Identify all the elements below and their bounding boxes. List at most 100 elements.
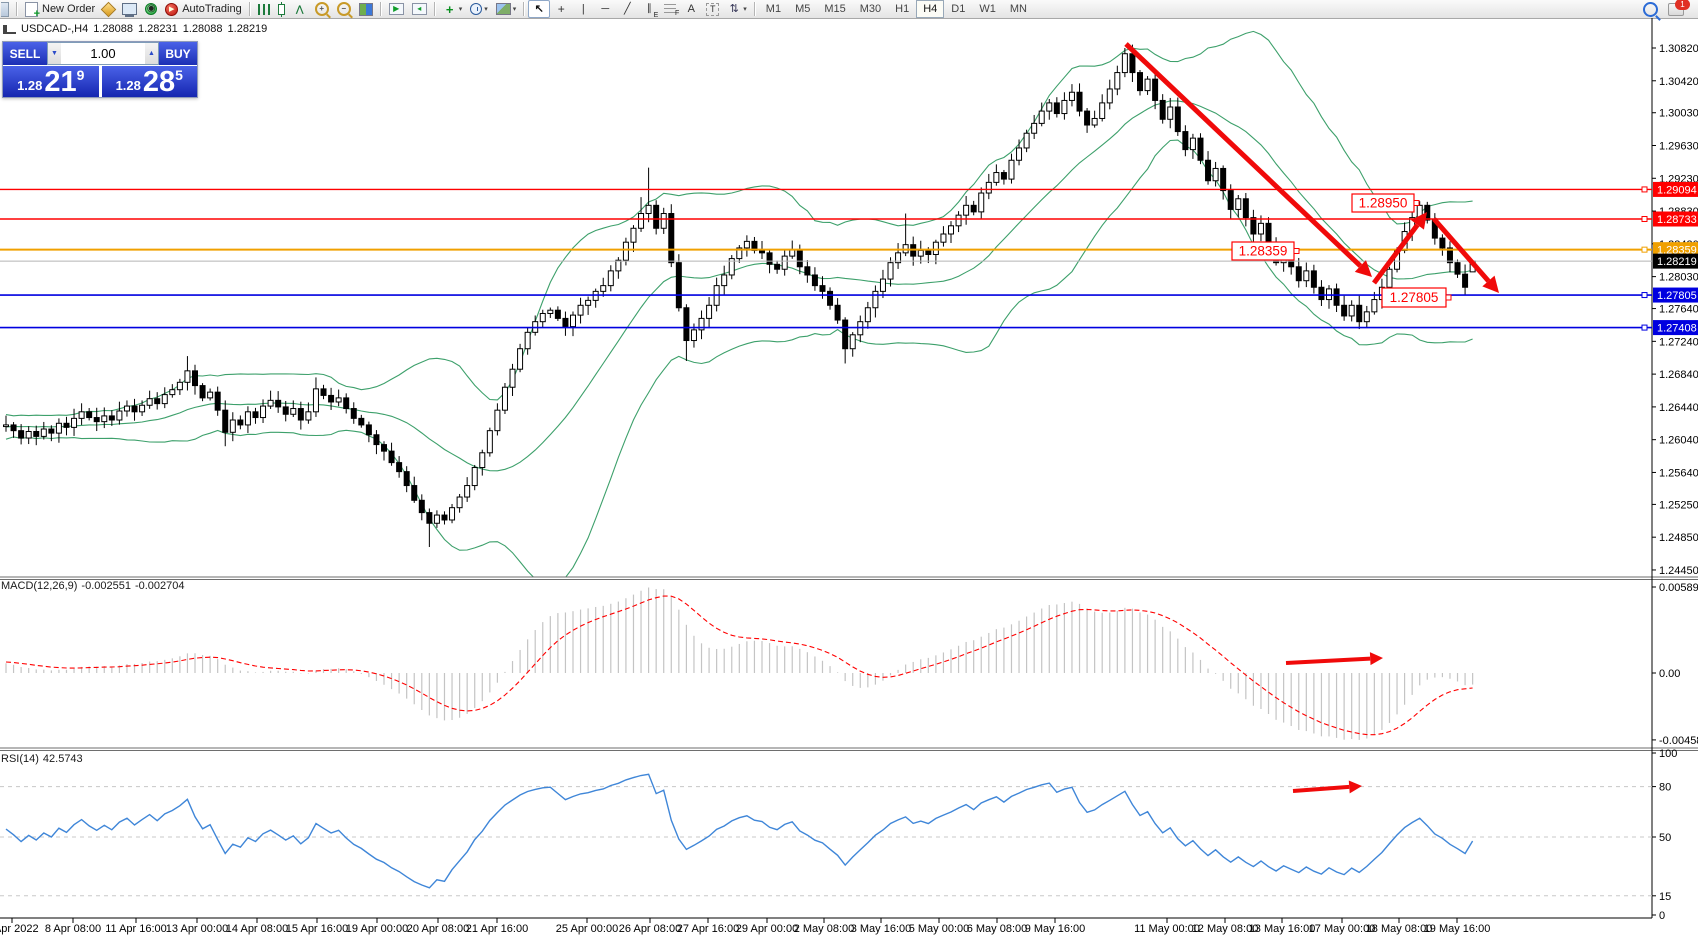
fibonacci-tool-button[interactable]	[660, 0, 680, 18]
svg-text:1.30030: 1.30030	[1659, 108, 1698, 120]
price-callout[interactable]: 1.27805	[1382, 288, 1451, 307]
svg-text:0: 0	[1659, 910, 1665, 922]
volume-decrease-button[interactable]: ▼	[48, 43, 61, 64]
macd-flat-arrow[interactable]	[1286, 652, 1383, 665]
autotrading-icon: ▶	[165, 3, 178, 16]
notification-badge: 1	[1675, 0, 1690, 10]
candlestick-chart-button[interactable]	[274, 0, 289, 18]
new-chart-button[interactable]	[0, 0, 13, 18]
svg-text:1.30420: 1.30420	[1659, 76, 1698, 88]
timeframe-h1[interactable]: H1	[888, 0, 916, 18]
chart-area[interactable]: 1.28950 1.28359 1.27805 1.30820 1.30420 1.300…	[0, 18, 1698, 937]
new-order-button-label: New Order	[42, 3, 95, 15]
volume-input[interactable]	[61, 43, 145, 64]
arrows-tool-icon: ⇅	[727, 3, 741, 16]
svg-text:2 May 08:00: 2 May 08:00	[794, 923, 855, 935]
new-order-button[interactable]: New Order	[21, 0, 99, 18]
crosshair-tool-button[interactable]: +	[550, 0, 572, 18]
terminal-button[interactable]	[118, 0, 141, 18]
zoom-out-icon: −	[337, 2, 351, 16]
sell-button[interactable]: SELL	[3, 42, 47, 65]
text-label-icon: T	[706, 3, 719, 16]
metaeditor-icon	[101, 1, 117, 17]
text-label-tool-button[interactable]: T	[702, 0, 723, 18]
svg-text:29 Apr 00:00: 29 Apr 00:00	[736, 923, 798, 935]
timeframe-m30[interactable]: M30	[853, 0, 888, 18]
metaeditor-button[interactable]	[99, 0, 118, 18]
timeframe-m5[interactable]: M5	[788, 0, 817, 18]
dropdown-arrow-icon: ▾	[743, 5, 747, 13]
svg-text:15 Apr 16:00: 15 Apr 16:00	[286, 923, 348, 935]
timeframe-h4[interactable]: H4	[916, 0, 944, 18]
timeframe-mn[interactable]: MN	[1003, 0, 1034, 18]
auto-scroll-button[interactable]: ▶	[385, 0, 408, 18]
indicator-axes[interactable]: 0.0058950.00-0.0045861008050150	[1652, 582, 1698, 922]
svg-text:3 May 16:00: 3 May 16:00	[851, 923, 912, 935]
indicators-button[interactable]: +▾	[439, 0, 467, 18]
time-axis[interactable]: 7 Apr 20228 Apr 08:0011 Apr 16:0013 Apr …	[0, 918, 1490, 935]
zoom-in-icon: +	[315, 2, 329, 16]
dropdown-arrow-icon: ▾	[513, 5, 517, 13]
price-callout[interactable]: 1.28950	[1352, 194, 1419, 212]
search-icon[interactable]	[1643, 2, 1658, 17]
timeframe-m15[interactable]: M15	[817, 0, 852, 18]
svg-text:21 Apr 16:00: 21 Apr 16:00	[466, 923, 528, 935]
vertical-line-tool-button[interactable]: |	[572, 0, 594, 18]
candlestick-chart-icon	[278, 4, 285, 15]
autotrading-button-label: AutoTrading	[182, 3, 242, 15]
signals-button[interactable]: ◉	[141, 0, 161, 18]
horizontal-line-icon: ─	[598, 3, 612, 16]
equidistant-channel-tool-button[interactable]: ∥	[638, 0, 660, 18]
price-callout[interactable]: 1.28359	[1232, 242, 1299, 260]
svg-text:15: 15	[1659, 891, 1671, 903]
price-axis[interactable]: 1.308201.304201.300301.296301.292301.288…	[1652, 43, 1698, 577]
volume-increase-button[interactable]: ▲	[145, 43, 158, 64]
svg-text:1.30820: 1.30820	[1659, 43, 1698, 55]
svg-text:1.28733: 1.28733	[1657, 214, 1697, 226]
text-tool-button[interactable]: A	[680, 0, 702, 18]
svg-text:5 May 00:00: 5 May 00:00	[909, 923, 970, 935]
toolbar-separator	[523, 2, 525, 16]
terminal-icon	[122, 3, 137, 15]
svg-text:1.27408: 1.27408	[1657, 323, 1697, 335]
rsi-flat-arrow[interactable]	[1293, 780, 1362, 793]
arrows-tool-button[interactable]: ⇅▾	[723, 0, 751, 18]
timeframe-w1[interactable]: W1	[972, 0, 1003, 18]
toolbar-separator	[434, 2, 436, 16]
svg-text:0.005895: 0.005895	[1659, 582, 1698, 594]
buy-price[interactable]: 1.28 28 5	[102, 66, 198, 97]
bounce-up-arrow[interactable]	[1374, 212, 1427, 283]
templates-button[interactable]: ▾	[492, 0, 521, 18]
sell-price-prefix: 1.28	[17, 77, 42, 95]
tile-windows-button[interactable]	[355, 0, 377, 18]
equidistant-channel-icon: ∥	[642, 3, 656, 16]
periods-button[interactable]: ▾	[466, 0, 492, 18]
svg-text:13 May 16:00: 13 May 16:00	[1249, 923, 1316, 935]
volume-stepper: ▼ ▲	[47, 42, 159, 65]
timeframe-d1[interactable]: D1	[944, 0, 972, 18]
cursor-tool-button[interactable]: ↖	[528, 0, 550, 18]
horizontal-line-tool-button[interactable]: ─	[594, 0, 616, 18]
chart-ohlc-header: USDCAD-,H4 1.28088 1.28231 1.28088 1.282…	[3, 23, 267, 35]
signals-icon: ◉	[145, 3, 157, 15]
notifications-icon[interactable]: 1	[1668, 3, 1684, 16]
metatrader-terminal: { "toolbar": { "groups": [ {"items": [{"…	[0, 0, 1698, 937]
svg-text:1.26040: 1.26040	[1659, 435, 1698, 447]
buy-button[interactable]: BUY	[159, 42, 197, 65]
tile-windows-icon	[359, 3, 373, 16]
svg-text:1.28950: 1.28950	[1359, 196, 1408, 211]
zoom-out-button[interactable]: −	[333, 0, 355, 18]
svg-text:1.27240: 1.27240	[1659, 336, 1698, 348]
svg-text:-0.004586: -0.004586	[1659, 735, 1698, 747]
close-value: 1.28219	[228, 23, 268, 35]
autotrading-button[interactable]: ▶ AutoTrading	[161, 0, 246, 18]
trend-arrow-objects[interactable]	[1126, 44, 1499, 793]
zoom-in-button[interactable]: +	[311, 0, 333, 18]
sell-price[interactable]: 1.28 21 9	[3, 66, 99, 97]
trendline-tool-button[interactable]: ╱	[616, 0, 638, 18]
svg-text:26 Apr 08:00: 26 Apr 08:00	[619, 923, 681, 935]
timeframe-m1[interactable]: M1	[759, 0, 788, 18]
line-chart-button[interactable]: ⋀	[289, 0, 311, 18]
chart-shift-button[interactable]: ◂	[408, 0, 431, 18]
bar-chart-button[interactable]	[254, 0, 274, 18]
